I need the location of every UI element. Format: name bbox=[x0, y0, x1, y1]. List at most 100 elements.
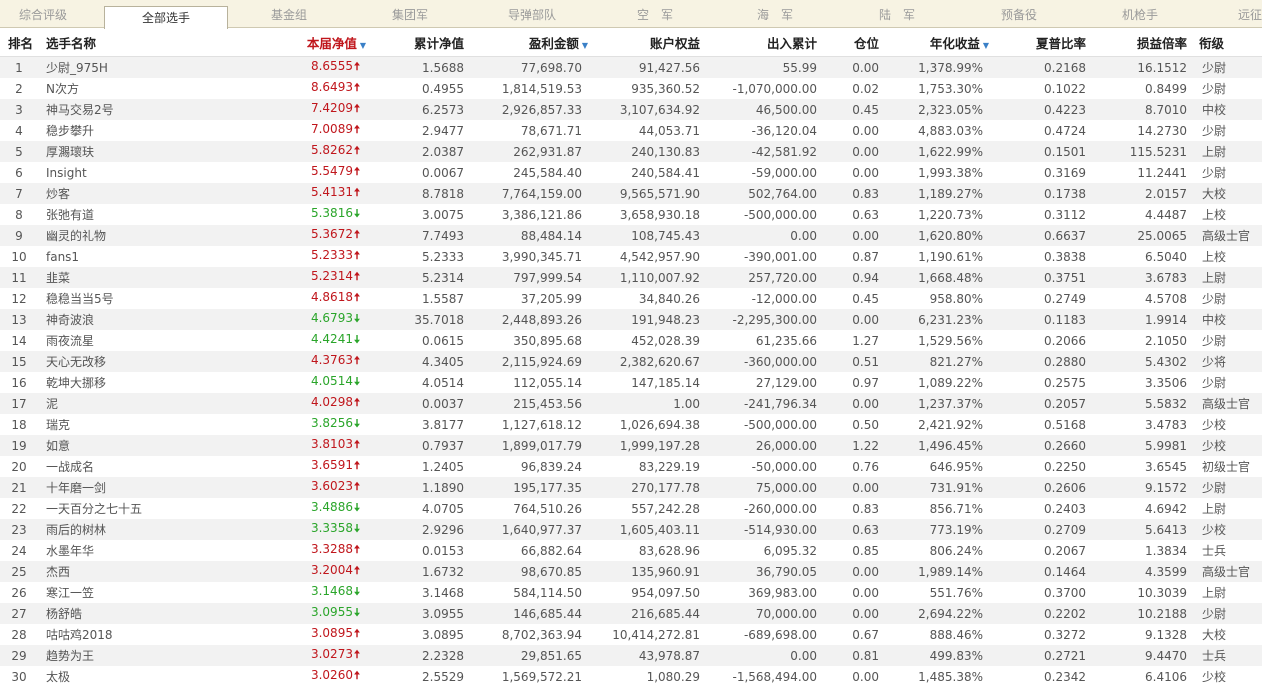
table-row[interactable]: 21 十年磨一剑 3.6023🠅 1.1890 195,177.35 270,177.78… bbox=[0, 477, 1262, 498]
tab-reserve[interactable]: 预备役 bbox=[960, 0, 1078, 28]
player-name-link[interactable]: 一战成名 bbox=[38, 456, 248, 477]
player-name-link[interactable]: 杨舒皓 bbox=[38, 603, 248, 624]
tab-navy[interactable]: 海 军 bbox=[716, 0, 834, 28]
profit-cell: 3,990,345.71 bbox=[470, 246, 588, 267]
table-row[interactable]: 10 fans1 5.2333🠅 5.2333 3,990,345.71 4,542,95… bbox=[0, 246, 1262, 267]
player-name-link[interactable]: 炒客 bbox=[38, 183, 248, 204]
table-row[interactable]: 6 Insight 5.5479🠅 0.0067 245,584.40 240,584.4… bbox=[0, 162, 1262, 183]
player-name-link[interactable]: N次方 bbox=[38, 78, 248, 99]
player-name-link[interactable]: 咕咕鸡2018 bbox=[38, 624, 248, 645]
table-row[interactable]: 23 雨后的树林 3.3358🠇 2.9296 1,640,977.37 1,605,40… bbox=[0, 519, 1262, 540]
table-row[interactable]: 25 杰西 3.2004🠅 1.6732 98,670.85 135,960.91 36,7… bbox=[0, 561, 1262, 582]
table-row[interactable]: 9 幽灵的礼物 5.3672🠅 7.7493 88,484.14 108,745.43 0.… bbox=[0, 225, 1262, 246]
rank-cell: 26 bbox=[0, 582, 38, 603]
table-row[interactable]: 30 太极 3.0260🠅 2.5529 1,569,572.21 1,080.29 -1,… bbox=[0, 666, 1262, 687]
position-cell: 0.87 bbox=[823, 246, 887, 267]
column-position[interactable]: 仓位 bbox=[823, 28, 887, 57]
tab-missile-force[interactable]: 导弹部队 bbox=[470, 0, 594, 28]
column-current-nav[interactable]: 本届净值 ▼ bbox=[248, 28, 366, 57]
player-name-link[interactable]: 寒江一笠 bbox=[38, 582, 248, 603]
table-row[interactable]: 12 稳稳当当5号 4.8618🠅 1.5587 37,205.99 34,840.26-… bbox=[0, 288, 1262, 309]
column-account-equity[interactable]: 账户权益 bbox=[588, 28, 706, 57]
tab-expedition[interactable]: 远征 bbox=[1230, 0, 1262, 28]
table-row[interactable]: 3 神马交易2号 7.4209🠅 6.2573 2,926,857.33 3,107,63… bbox=[0, 99, 1262, 120]
table-row[interactable]: 8 张弛有道 5.3816🠇 3.0075 3,386,121.86 3,658,930.… bbox=[0, 204, 1262, 225]
tab-bar: 综合评级 全部选手 基金组 集团军 导弹部队 空 军 海 军 陆 军 预备役 机… bbox=[0, 0, 1262, 29]
sharpe-ratio-cell: 0.2709 bbox=[989, 519, 1092, 540]
arrow-up-icon: 🠅 bbox=[353, 480, 360, 493]
player-name-link[interactable]: fans1 bbox=[38, 246, 248, 267]
tab-gunner[interactable]: 机枪手 bbox=[1078, 0, 1202, 28]
table-row[interactable]: 7 炒客 5.4131🠅 8.7818 7,764,159.00 9,565,571.90… bbox=[0, 183, 1262, 204]
column-profit-loss-ratio[interactable]: 损益倍率 bbox=[1092, 28, 1193, 57]
player-name-link[interactable]: 幽灵的礼物 bbox=[38, 225, 248, 246]
table-row[interactable]: 29 趋势为王 3.0273🠅 2.2328 29,851.65 43,978.87 0.0… bbox=[0, 645, 1262, 666]
arrow-up-icon: 🠅 bbox=[353, 249, 360, 262]
table-row[interactable]: 13 神奇波浪 4.6793🠇 35.7018 2,448,893.26 191,948.… bbox=[0, 309, 1262, 330]
player-name-link[interactable]: 泥 bbox=[38, 393, 248, 414]
player-name-link[interactable]: 少尉_975H bbox=[38, 56, 248, 78]
player-name-link[interactable]: 雨后的树林 bbox=[38, 519, 248, 540]
rank-title-cell: 高级士官 bbox=[1193, 393, 1262, 414]
tab-fund-group[interactable]: 基金组 bbox=[228, 0, 350, 28]
column-net-flow[interactable]: 出入累计 bbox=[706, 28, 823, 57]
current-nav-value: 3.1468 bbox=[310, 584, 353, 598]
player-name-link[interactable]: 稳步攀升 bbox=[38, 120, 248, 141]
player-name-link[interactable]: 张弛有道 bbox=[38, 204, 248, 225]
table-row[interactable]: 22 一天百分之七十五 3.4886🠇 4.0705 764,510.26 557,242… bbox=[0, 498, 1262, 519]
net-flow-cell: -390,001.00 bbox=[706, 246, 823, 267]
player-name-link[interactable]: 杰西 bbox=[38, 561, 248, 582]
table-row[interactable]: 17 泥 4.0298🠅 0.0037 215,453.56 1.00 -241,796.3… bbox=[0, 393, 1262, 414]
player-name-link[interactable]: 如意 bbox=[38, 435, 248, 456]
current-nav-value: 4.0514 bbox=[310, 374, 353, 388]
player-name-link[interactable]: 神马交易2号 bbox=[38, 99, 248, 120]
table-row[interactable]: 18 瑞克 3.8256🠇 3.8177 1,127,618.12 1,026,694.3… bbox=[0, 414, 1262, 435]
player-name-link[interactable]: 稳稳当当5号 bbox=[38, 288, 248, 309]
player-name-link[interactable]: Insight bbox=[38, 162, 248, 183]
player-name-link[interactable]: 十年磨一剑 bbox=[38, 477, 248, 498]
player-name-link[interactable]: 一天百分之七十五 bbox=[38, 498, 248, 519]
tab-group-army[interactable]: 集团军 bbox=[350, 0, 470, 28]
player-name-link[interactable]: 太极 bbox=[38, 666, 248, 687]
column-rank-title[interactable]: 衔级 bbox=[1193, 28, 1262, 57]
table-row[interactable]: 14 雨夜流星 4.4241🠇 0.0615 350,895.68 452,028.39 6… bbox=[0, 330, 1262, 351]
player-name-link[interactable]: 天心无改移 bbox=[38, 351, 248, 372]
tab-air-force[interactable]: 空 军 bbox=[594, 0, 716, 28]
table-row[interactable]: 20 一战成名 3.6591🠅 1.2405 96,839.24 83,229.19 -50… bbox=[0, 456, 1262, 477]
column-player-name[interactable]: 选手名称 bbox=[38, 28, 248, 57]
table-row[interactable]: 19 如意 3.8103🠅 0.7937 1,899,017.79 1,999,197.2… bbox=[0, 435, 1262, 456]
table-row[interactable]: 28 咕咕鸡2018 3.0895🠅 3.0895 8,702,363.94 10,414… bbox=[0, 624, 1262, 645]
table-row[interactable]: 15 天心无改移 4.3763🠅 4.3405 2,115,924.69 2,382,62… bbox=[0, 351, 1262, 372]
player-name-link[interactable]: 瑞克 bbox=[38, 414, 248, 435]
column-annual-return[interactable]: 年化收益 ▼ bbox=[887, 28, 989, 57]
profit-cell: 96,839.24 bbox=[470, 456, 588, 477]
column-sharpe-ratio[interactable]: 夏普比率 bbox=[989, 28, 1092, 57]
tab-overall-rating[interactable]: 综合评级 bbox=[0, 0, 86, 28]
column-rank[interactable]: 排名 bbox=[0, 28, 38, 57]
table-row[interactable]: 11 韭菜 5.2314🠅 5.2314 797,999.54 1,110,007.92 2… bbox=[0, 267, 1262, 288]
table-row[interactable]: 1 少尉_975H 8.6555🠅 1.5688 77,698.70 91,427.56 5… bbox=[0, 56, 1262, 78]
table-row[interactable]: 24 水墨年华 3.3288🠅 0.0153 66,882.64 83,628.96 6,0… bbox=[0, 540, 1262, 561]
position-cell: 1.22 bbox=[823, 435, 887, 456]
player-name-link[interactable]: 雨夜流星 bbox=[38, 330, 248, 351]
table-row[interactable]: 4 稳步攀升 7.0089🠅 2.9477 78,671.71 44,053.71 -36,… bbox=[0, 120, 1262, 141]
sharpe-ratio-cell: 0.2749 bbox=[989, 288, 1092, 309]
player-name-link[interactable]: 乾坤大挪移 bbox=[38, 372, 248, 393]
column-cumulative-nav[interactable]: 累计净值 bbox=[366, 28, 470, 57]
tab-all-players[interactable]: 全部选手 bbox=[104, 6, 228, 29]
player-name-link[interactable]: 神奇波浪 bbox=[38, 309, 248, 330]
player-name-link[interactable]: 趋势为王 bbox=[38, 645, 248, 666]
table-row[interactable]: 2 N次方 8.6493🠅 0.4955 1,814,519.53 935,360.52-… bbox=[0, 78, 1262, 99]
player-name-link[interactable]: 韭菜 bbox=[38, 267, 248, 288]
profit-loss-ratio-cell: 1.3834 bbox=[1092, 540, 1193, 561]
table-row[interactable]: 27 杨舒皓 3.0955🠇 3.0955 146,685.44 216,685.44 70… bbox=[0, 603, 1262, 624]
player-name-link[interactable]: 水墨年华 bbox=[38, 540, 248, 561]
player-name-link[interactable]: 厚瀃瓌玞 bbox=[38, 141, 248, 162]
table-row[interactable]: 5 厚瀃瓌玞 5.8262🠅 2.0387 262,931.87 240,130.83 -4… bbox=[0, 141, 1262, 162]
table-row[interactable]: 26 寒江一笠 3.1468🠇 3.1468 584,114.50 954,097.50 3… bbox=[0, 582, 1262, 603]
tab-army[interactable]: 陆 军 bbox=[834, 0, 960, 28]
annual-return-cell: 499.83% bbox=[887, 645, 989, 666]
table-row[interactable]: 16 乾坤大挪移 4.0514🠇 4.0514 112,055.14 147,185.14… bbox=[0, 372, 1262, 393]
current-nav-cell: 5.3672🠅 bbox=[248, 225, 366, 246]
column-profit[interactable]: 盈利金额 ▼ bbox=[470, 28, 588, 57]
